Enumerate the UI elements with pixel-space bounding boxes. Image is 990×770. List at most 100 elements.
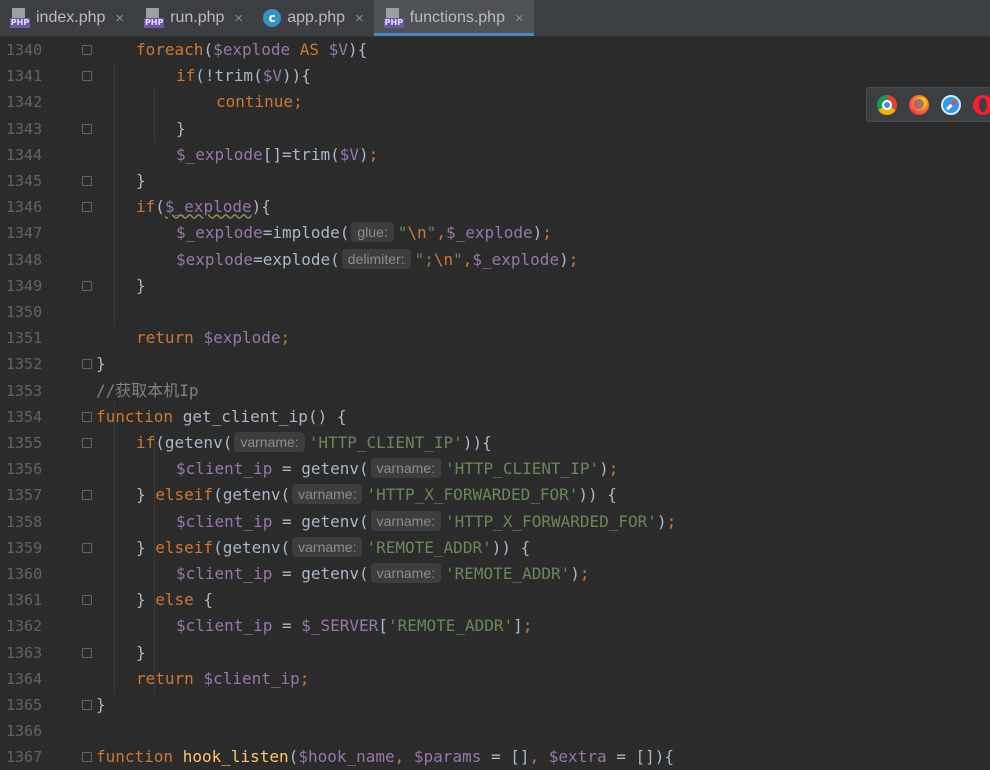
code-token: return [136, 328, 194, 348]
parameter-hint: glue: [351, 222, 394, 243]
code-line: function hook_listen($hook_name, $params… [96, 744, 674, 770]
fold-marker-icon[interactable] [82, 280, 92, 291]
code-line: $client_ip = getenv(varname: 'REMOTE_ADDR… [176, 561, 590, 587]
line-number: 1347 [6, 224, 43, 243]
code-line: return $client_ip; [136, 666, 309, 692]
code-token: )) { [491, 537, 531, 557]
line-number: 1360 [6, 565, 43, 583]
code-token: $V [328, 40, 348, 59]
code-token: ( [288, 747, 299, 767]
code-token: $explode [203, 328, 281, 348]
line-number: 1344 [6, 145, 43, 164]
code-token: 'HTTP_CLIENT_IP' [445, 459, 600, 479]
line-number: 1355 [6, 434, 43, 452]
chrome-icon[interactable] [877, 94, 897, 115]
code-token: } [136, 642, 146, 662]
code-token: { [482, 433, 492, 452]
code-token: ; [666, 511, 677, 531]
fold-marker-icon[interactable] [82, 595, 92, 606]
line-number: 1350 [6, 303, 43, 321]
code-token: } [136, 275, 146, 295]
fold-marker-icon[interactable] [82, 542, 92, 553]
fold-marker-icon[interactable] [82, 176, 92, 186]
code-token: $hook_name [298, 747, 395, 767]
indent-guide [154, 430, 155, 692]
php-file-icon: PHP [10, 8, 30, 28]
code-token: 'REMOTE_ADDR' [366, 537, 492, 557]
code-line: $explode=explode(delimiter: ";\n",$_explo… [176, 247, 578, 273]
code-token: , [529, 747, 549, 767]
code-token: } [96, 354, 106, 374]
firefox-icon[interactable] [909, 94, 929, 115]
safari-icon[interactable] [941, 94, 961, 115]
code-token: $_explode [445, 223, 533, 243]
tab-app-php[interactable]: c app.php × [253, 0, 374, 36]
code-token: () { [307, 406, 347, 426]
close-icon[interactable]: × [515, 10, 524, 27]
code-token: 'HTTP_X_FORWARDED_FOR' [445, 511, 657, 531]
code-token: $_SERVER [301, 616, 379, 636]
code-line: } else { [136, 587, 213, 613]
line-number: 1356 [6, 460, 43, 479]
code-token: $params [413, 747, 482, 767]
tab-functions-php[interactable]: PHP functions.php × [373, 0, 534, 36]
code-token: //获取本机Ip [96, 380, 199, 400]
fold-marker-icon[interactable] [82, 202, 92, 213]
code-token: return [136, 668, 194, 688]
fold-marker-icon[interactable] [82, 490, 92, 501]
close-icon[interactable]: × [355, 10, 364, 27]
code-line: $client_ip = $_SERVER['REMOTE_ADDR']; [176, 613, 532, 639]
opera-icon[interactable] [973, 94, 990, 115]
close-icon[interactable]: × [234, 10, 243, 27]
line-number: 1351 [6, 329, 43, 348]
fold-marker-icon[interactable] [82, 438, 92, 448]
parameter-hint: varname: [234, 432, 305, 452]
code-token: $_explode [176, 223, 263, 243]
code-token: ) [559, 249, 569, 269]
code-line: return $explode; [136, 325, 290, 351]
tab-label: run.php [170, 9, 225, 26]
open-in-browser-popup [866, 87, 990, 122]
tab-label: index.php [36, 9, 106, 26]
code-token: ; [522, 616, 533, 636]
code-editor[interactable]: 1340 foreach($explode AS $V){1341 if(!trim… [0, 37, 990, 766]
code-token: $explode [176, 249, 254, 269]
code-token: ) [359, 144, 369, 164]
fold-marker-icon[interactable] [82, 45, 92, 55]
code-token: ; [280, 328, 291, 348]
fold-marker-icon[interactable] [82, 123, 92, 134]
line-number: 1361 [6, 591, 43, 610]
code-token: , [436, 223, 446, 243]
code-token: elseif [155, 485, 214, 505]
code-line: continue; [216, 89, 303, 115]
parameter-hint: varname: [292, 484, 363, 505]
line-number: 1357 [6, 486, 43, 505]
code-line: function get_client_ip() { [96, 404, 346, 430]
fold-marker-icon[interactable] [82, 647, 92, 658]
tab-index-php[interactable]: PHP index.php × [0, 0, 134, 36]
fold-marker-icon[interactable] [82, 71, 92, 82]
fold-marker-icon[interactable] [82, 411, 92, 422]
code-token: ; [293, 92, 303, 112]
code-token: ; [299, 668, 310, 688]
fold-marker-icon[interactable] [82, 359, 92, 370]
code-token: function [96, 406, 174, 426]
fold-marker-icon[interactable] [82, 752, 92, 763]
code-token: ) [656, 511, 667, 531]
code-token: = getenv( [272, 564, 369, 583]
code-token: ; [542, 223, 552, 243]
parameter-hint: varname: [370, 458, 442, 479]
code-token: []=trim( [262, 144, 340, 164]
close-icon[interactable]: × [115, 10, 124, 27]
code-line: if(!trim($V)){ [176, 63, 311, 89]
code-line: $_explode=implode(glue: "\n",$_explode); [176, 220, 552, 246]
code-token: trim [214, 66, 254, 86]
fold-marker-icon[interactable] [82, 700, 92, 710]
line-number: 1363 [6, 643, 43, 662]
line-number: 1341 [6, 67, 43, 86]
tab-run-php[interactable]: PHP run.php × [134, 0, 253, 36]
php-file-icon: PHP [144, 8, 165, 28]
